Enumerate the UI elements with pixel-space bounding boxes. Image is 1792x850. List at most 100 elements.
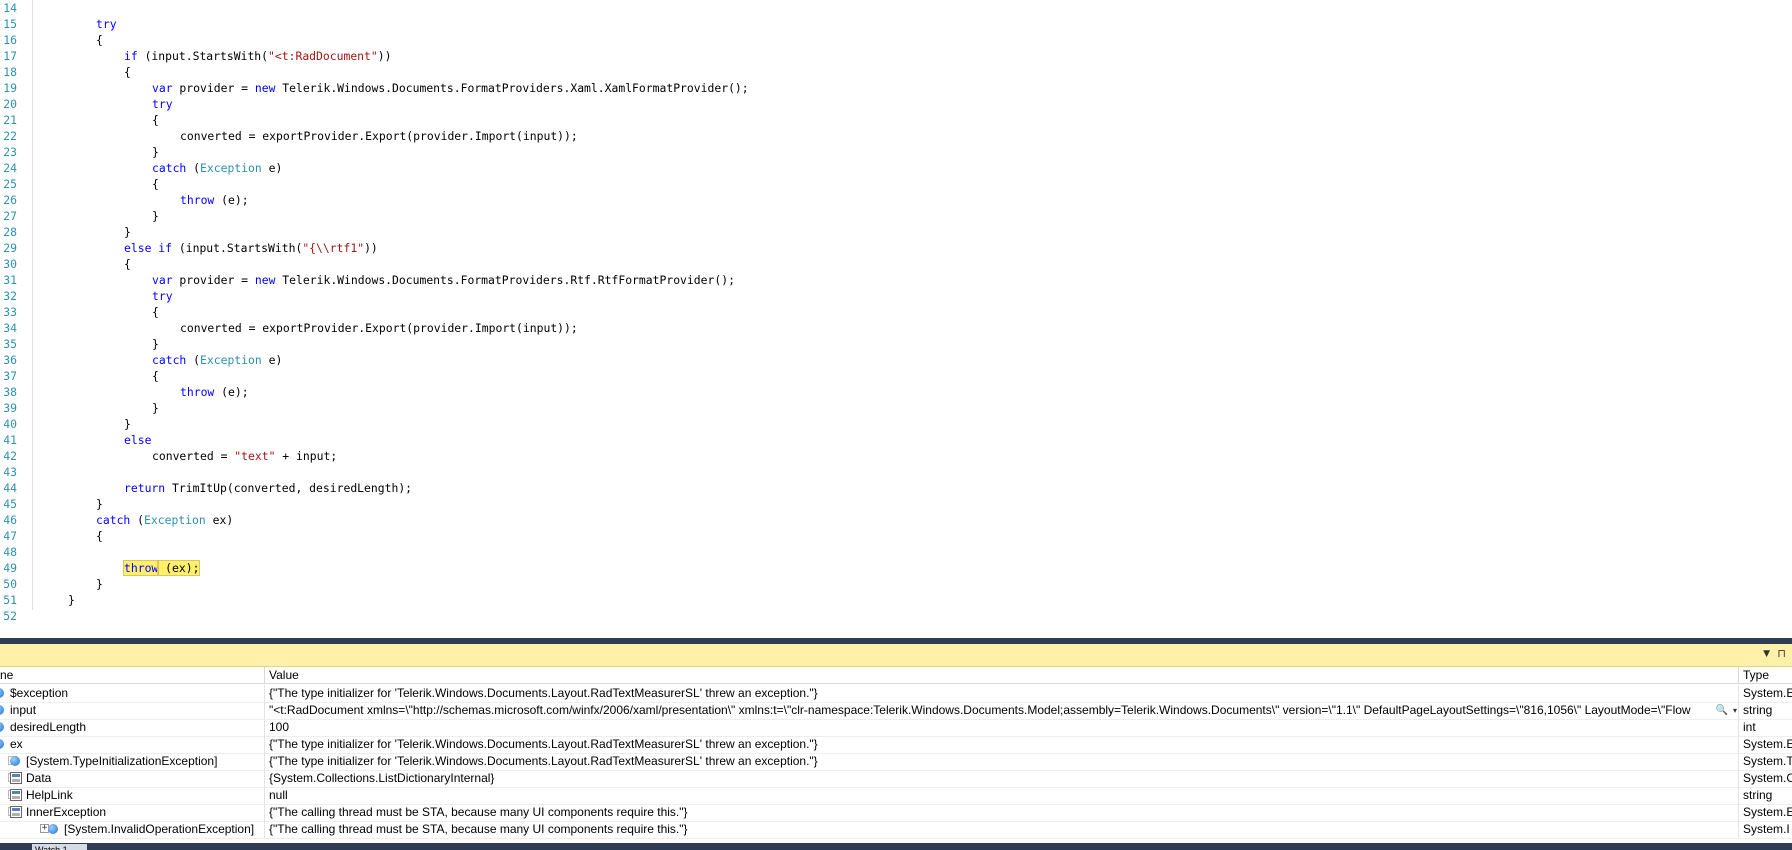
code-text: try (96, 16, 117, 32)
watch-value-cell[interactable]: 100 (265, 719, 1739, 736)
watch-value-cell[interactable]: {System.Collections.ListDictionaryIntern… (265, 770, 1739, 787)
code-token: var (152, 81, 173, 95)
code-token: throw (180, 385, 215, 399)
watch-name: $exception (10, 686, 69, 700)
watch-row[interactable]: [System.TypeInitializationException] {"Th… (0, 753, 1792, 771)
code-text: { (152, 112, 159, 128)
column-header-type[interactable]: Type (1739, 667, 1792, 684)
watch-row[interactable]: + [System.InvalidOperationException] {"The… (0, 821, 1792, 839)
code-line: 41 else (0, 432, 1792, 448)
code-line: 22 converted = exportProvider.Export(prov… (0, 128, 1792, 144)
code-token: converted = (152, 449, 235, 463)
watch-value: {"The type initializer for 'Telerik.Wind… (269, 686, 818, 700)
object-icon (0, 722, 4, 732)
column-header-value[interactable]: Value (265, 667, 1739, 684)
watch-value-cell[interactable]: {"The type initializer for 'Telerik.Wind… (265, 753, 1739, 770)
watch-name-cell: desiredLength (0, 719, 265, 736)
line-number: 40 (3, 417, 17, 431)
code-token: { (124, 257, 131, 271)
code-line: 33 { (0, 304, 1792, 320)
watch-value-cell[interactable]: {"The type initializer for 'Telerik.Wind… (265, 685, 1739, 702)
code-text: if (input.StartsWith("<t:RadDocument")) (124, 48, 391, 64)
code-line: 19 var provider = new Telerik.Windows.Doc… (0, 80, 1792, 96)
watch-value-cell[interactable]: {"The calling thread must be STA, becaus… (265, 804, 1739, 821)
watch-name: InnerException (26, 805, 107, 819)
watch-value: "<t:RadDocument xmlns=\"http://schemas.m… (269, 703, 1691, 717)
watch-name: Data (26, 771, 52, 785)
watch-type-cell: System.E (1743, 805, 1792, 819)
line-number: 23 (3, 145, 17, 159)
code-text: converted = exportProvider.Export(provid… (180, 128, 578, 144)
code-text: } (124, 416, 131, 432)
code-token: (e); (214, 385, 249, 399)
tab-watch-1[interactable]: Watch 1 (32, 844, 87, 850)
watch-value: {"The type initializer for 'Telerik.Wind… (269, 737, 818, 751)
watch-row[interactable]: Data {System.Collections.ListDictionaryIn… (0, 770, 1792, 788)
code-line: 49 throw (ex); (0, 560, 1792, 576)
column-header-name[interactable]: ne (0, 667, 265, 684)
watch-name: [System.TypeInitializationException] (26, 754, 218, 768)
code-line: 29 else if (input.StartsWith("{\\rtf1")) (0, 240, 1792, 256)
watch-row[interactable]: HelpLink null string (0, 787, 1792, 805)
line-number: 19 (3, 81, 17, 95)
code-token: (ex); (157, 560, 201, 576)
watch-row[interactable]: input "<t:RadDocument xmlns=\"http://sche… (0, 702, 1792, 720)
bottom-tab-strip: Watch 1 (0, 843, 1792, 850)
line-number: 17 (3, 49, 17, 63)
code-token: } (68, 593, 75, 607)
code-line: 21 { (0, 112, 1792, 128)
code-text: try (152, 288, 173, 304)
watch-name: [System.InvalidOperationException] (64, 822, 255, 836)
line-number: 27 (3, 209, 17, 223)
line-number: 49 (3, 561, 17, 575)
code-token: } (96, 577, 103, 591)
code-token: converted = exportProvider.Export(provid… (180, 321, 578, 335)
watch-value: {"The type initializer for 'Telerik.Wind… (269, 754, 818, 768)
code-token: { (152, 177, 159, 191)
code-token: new (254, 81, 276, 95)
visualizer-dropdown-icon[interactable]: ▾ (1733, 702, 1737, 719)
code-line: 47 { (0, 528, 1792, 544)
code-token: { (96, 529, 103, 543)
chevron-down-icon[interactable]: ▼ (1763, 649, 1770, 659)
watch-type-cell: System.E (1743, 737, 1792, 751)
line-number: 41 (3, 433, 17, 447)
code-token: converted = exportProvider.Export(provid… (180, 129, 578, 143)
code-line: 52 (0, 608, 1792, 622)
watch-row[interactable]: $exception {"The type initializer for 'Te… (0, 685, 1792, 703)
code-token: } (152, 401, 159, 415)
code-text: { (124, 256, 131, 272)
code-token: catch (152, 161, 187, 175)
pin-icon[interactable]: ⊓ (1777, 647, 1786, 660)
line-number: 24 (3, 161, 17, 175)
watch-row[interactable]: ex {"The type initializer for 'Telerik.Wi… (0, 736, 1792, 754)
property-icon (10, 772, 22, 784)
watch-name: input (10, 703, 37, 717)
code-line: 43 (0, 464, 1792, 480)
code-text: } (152, 400, 159, 416)
line-number: 22 (3, 129, 17, 143)
watch-value-cell[interactable]: {"The calling thread must be STA, becaus… (265, 821, 1739, 838)
code-token: "<t:RadDocument" (268, 49, 378, 63)
watch-name: desiredLength (10, 720, 87, 734)
watch-row[interactable]: desiredLength 100 int (0, 719, 1792, 737)
magnifier-icon[interactable]: 🔍 (1716, 702, 1728, 719)
code-line: 34 converted = exportProvider.Export(prov… (0, 320, 1792, 336)
property-icon (10, 789, 22, 801)
line-number: 33 (3, 305, 17, 319)
watch-value-cell[interactable]: null (265, 787, 1739, 804)
watch-value: 100 (269, 720, 290, 734)
line-number: 48 (3, 545, 17, 559)
watch-row[interactable]: InnerException {"The calling thread must … (0, 804, 1792, 822)
code-text: catch (Exception e) (152, 352, 282, 368)
line-number: 39 (3, 401, 17, 415)
code-token: else if (124, 241, 173, 255)
watch-value-cell[interactable]: {"The type initializer for 'Telerik.Wind… (265, 736, 1739, 753)
watch-grid: ne Value Type $exception {"The type initi… (0, 667, 1792, 843)
watch-value-cell[interactable]: "<t:RadDocument xmlns=\"http://schemas.m… (265, 702, 1739, 719)
line-number: 14 (3, 1, 17, 15)
line-number: 16 (3, 33, 17, 47)
code-token: Exception (144, 513, 206, 527)
code-editor[interactable]: 14 15 try 16{17 if (input.StartsWith("<t:Rad… (0, 0, 1792, 622)
code-token: return (124, 481, 166, 495)
